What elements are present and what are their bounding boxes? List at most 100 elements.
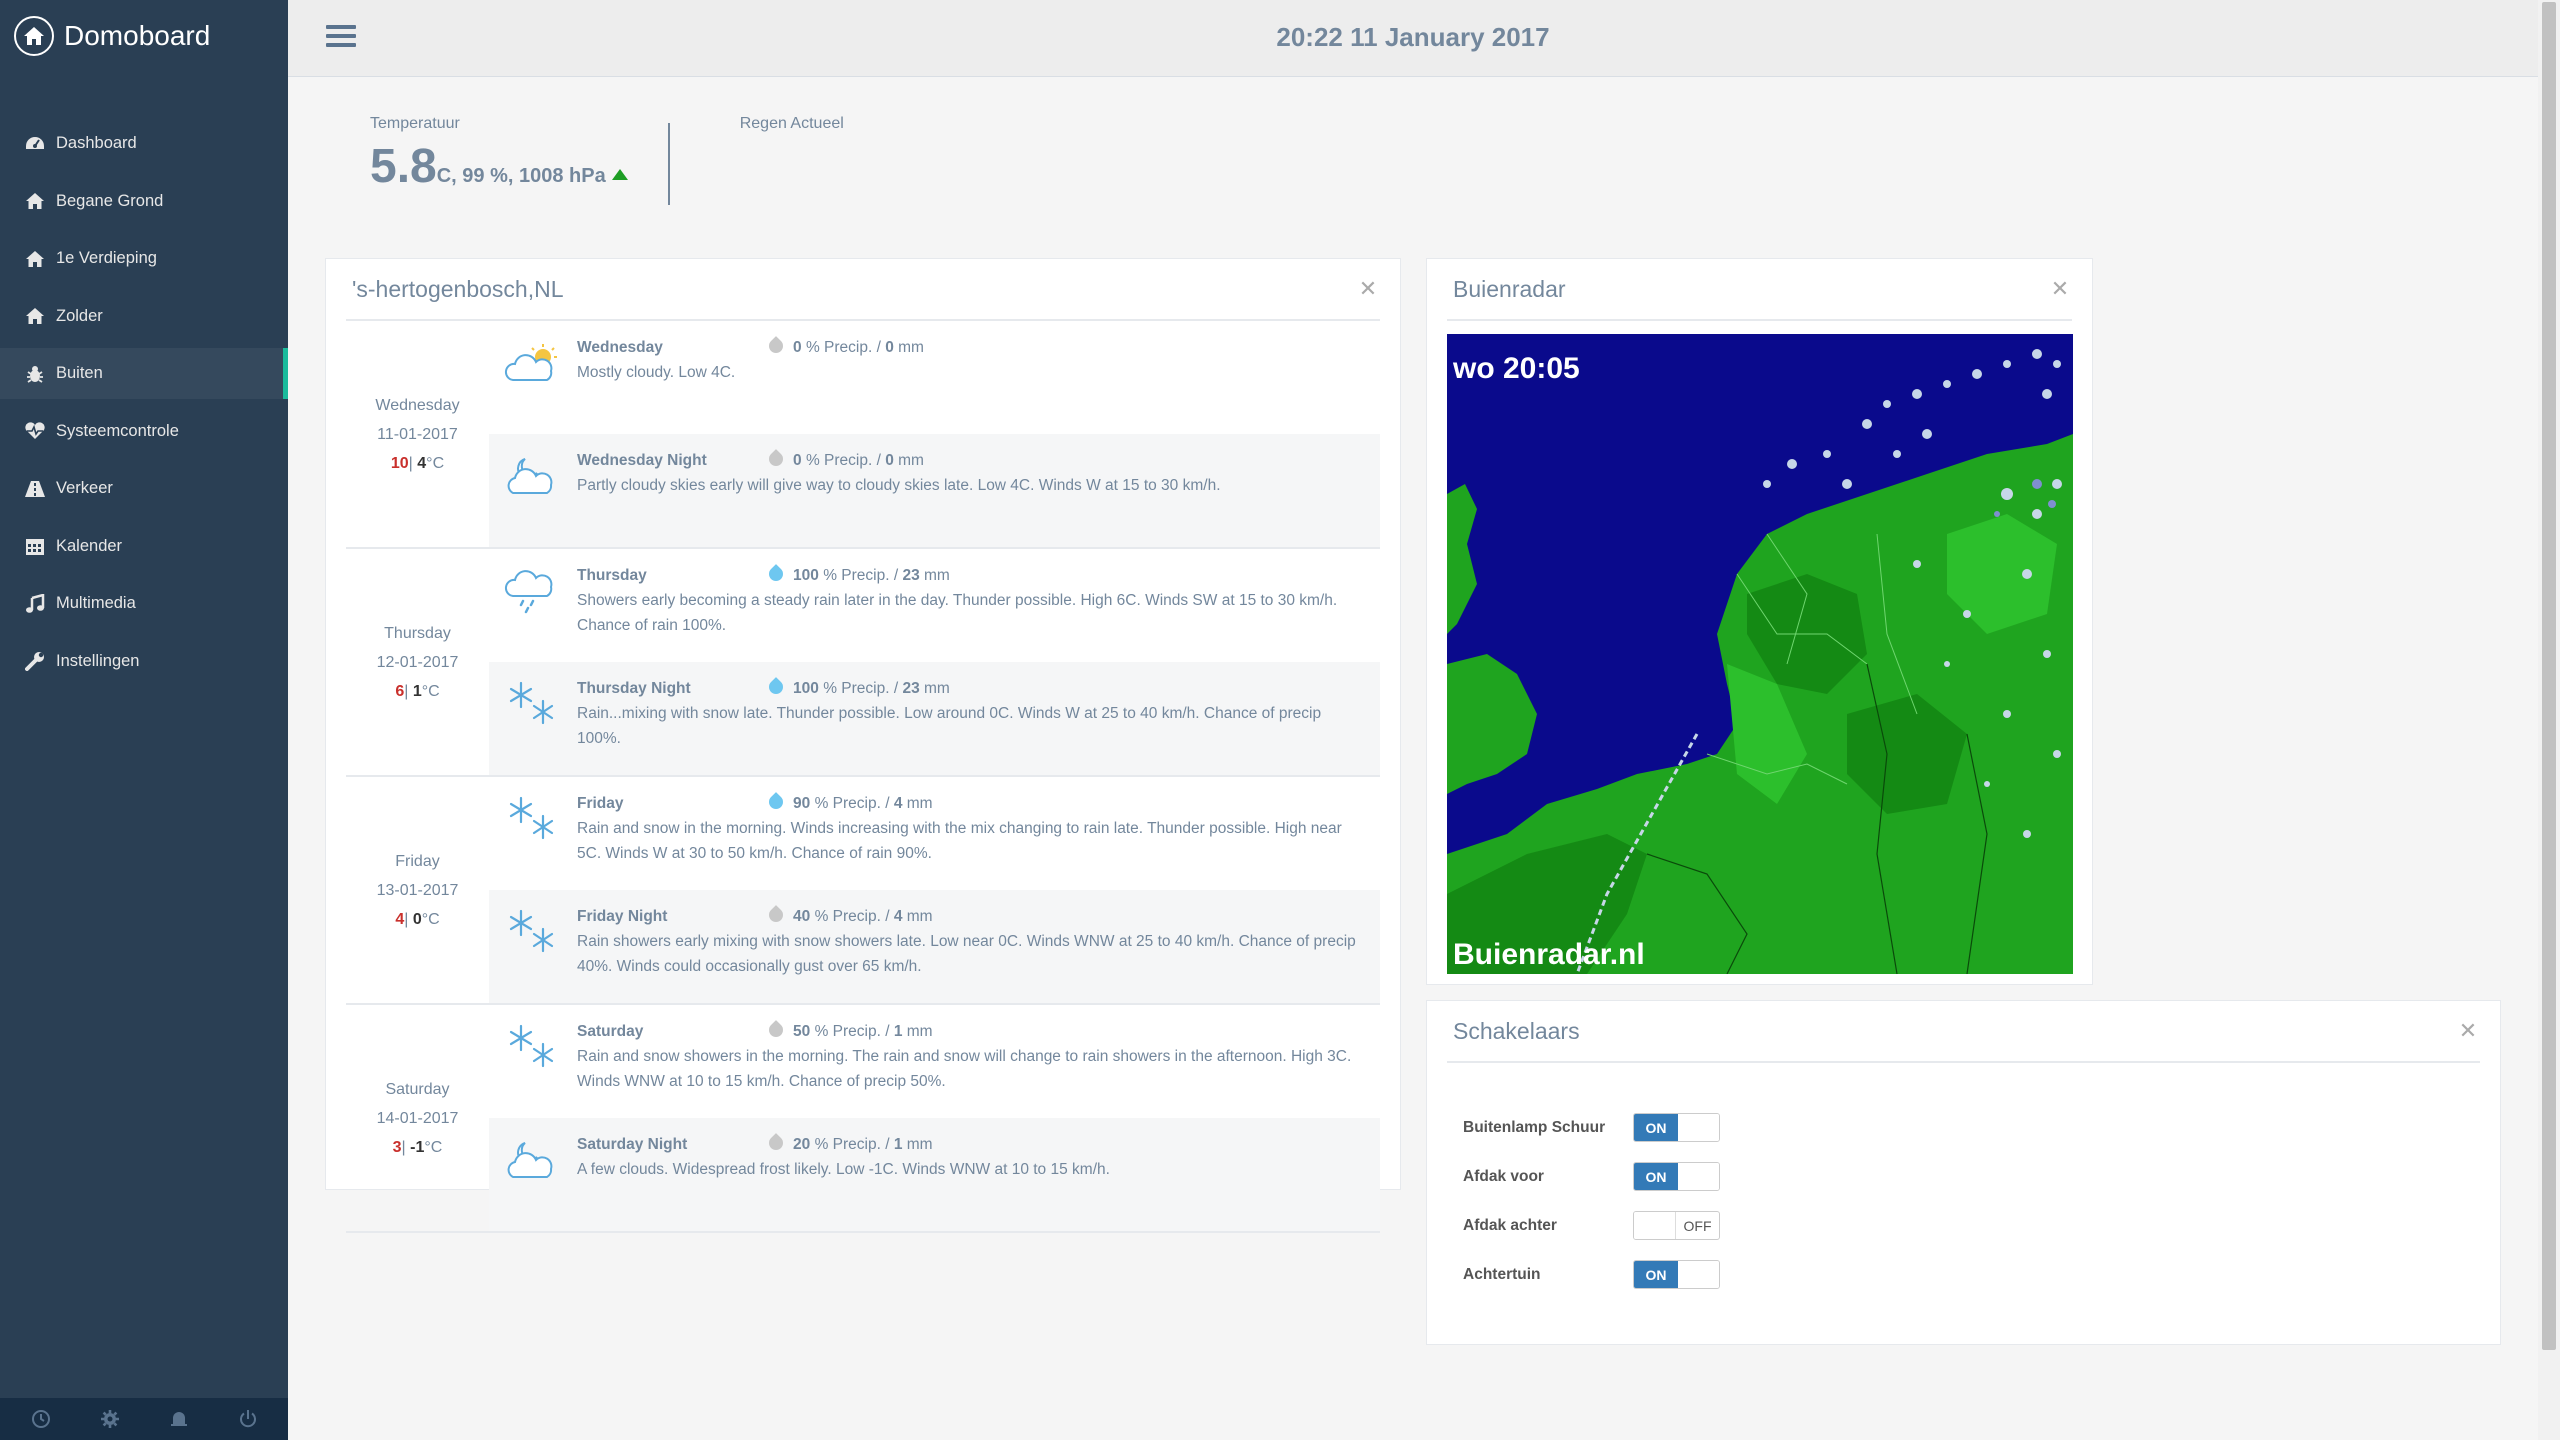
tile-divider — [667, 123, 670, 205]
day-temps: 6| 1°C — [395, 682, 440, 700]
sidebar-item-instellingen[interactable]: Instellingen — [0, 636, 288, 687]
forecast-period: Friday Night 40 % Precip. / 4 mm Rain sh… — [489, 890, 1380, 1003]
sidebar-item-multimedia[interactable]: Multimedia — [0, 578, 288, 629]
period-name: Friday Night — [577, 908, 668, 925]
switch-state: OFF — [1675, 1212, 1719, 1239]
snowflake-icon — [499, 904, 565, 960]
day-date: 11-01-2017 — [377, 425, 458, 443]
temperature-number: 5.8 — [370, 140, 437, 193]
switch-toggle[interactable]: OFF — [1633, 1211, 1720, 1240]
home-icon — [14, 16, 54, 56]
sidebar-item-kalender[interactable]: Kalender — [0, 521, 288, 572]
forecast-day: Wednesday 11-01-2017 10| 4°C Wednesday 0… — [346, 321, 1380, 549]
forecast-day: Thursday 12-01-2017 6| 1°C Thursday 100 … — [346, 549, 1380, 777]
period-body: Wednesday 0 % Precip. / 0 mm Mostly clou… — [577, 335, 1368, 434]
raindrop-icon — [766, 564, 786, 584]
forecast-day: Saturday 14-01-2017 3| -1°C Saturday 50 … — [346, 1005, 1380, 1233]
raindrop-icon — [766, 905, 786, 925]
sidebar-item-zolder[interactable]: Zolder — [0, 291, 288, 342]
period-body: Thursday Night 100 % Precip. / 23 mm Rai… — [577, 676, 1368, 775]
temperature-label: Temperatuur — [370, 115, 460, 132]
period-description: Rain and snow showers in the morning. Th… — [577, 1048, 1352, 1090]
panel-header: Schakelaars ✕ — [1447, 1001, 2480, 1063]
day-summary: Saturday 14-01-2017 3| -1°C — [346, 1005, 489, 1231]
temperature-value: 5.8C, 99 %, 1008 hPa — [370, 139, 628, 194]
temperature-details: C, 99 %, 1008 hPa — [436, 165, 606, 187]
forecast-period: Wednesday 0 % Precip. / 0 mm Mostly clou… — [489, 321, 1380, 434]
rain-label: Regen Actueel — [739, 115, 844, 132]
period-description: A few clouds. Widespread frost likely. L… — [577, 1161, 1110, 1178]
day-periods: Thursday 100 % Precip. / 23 mm Showers e… — [489, 549, 1380, 775]
day-periods: Saturday 50 % Precip. / 1 mm Rain and sn… — [489, 1005, 1380, 1231]
forecast-period: Wednesday Night 0 % Precip. / 0 mm Partl… — [489, 434, 1380, 547]
sidebar-item-systeemcontrole[interactable]: Systeemcontrole — [0, 406, 288, 457]
raindrop-icon — [766, 1020, 786, 1040]
switch-state: ON — [1634, 1163, 1678, 1190]
period-description: Rain...mixing with snow late. Thunder po… — [577, 705, 1322, 747]
period-header: Saturday 50 % Precip. / 1 mm — [577, 1019, 1368, 1044]
sidebar-item-label: 1e Verdieping — [56, 249, 157, 267]
bell-icon[interactable] — [159, 1401, 199, 1437]
forecast-period: Thursday 100 % Precip. / 23 mm Showers e… — [489, 549, 1380, 662]
switch-handle — [1678, 1114, 1719, 1141]
switch-row: Afdak voor ON — [1463, 1152, 2500, 1201]
calendar-icon — [24, 535, 46, 557]
scrollbar-thumb[interactable] — [2542, 2, 2556, 1350]
panel-title: Schakelaars — [1453, 1017, 1580, 1044]
switch-label: Buitenlamp Schuur — [1463, 1118, 1606, 1136]
topbar: 20:22 11 January 2017 — [288, 0, 2538, 77]
sidebar-item-label: Begane Grond — [56, 191, 164, 210]
clock-display: 20:22 11 January 2017 — [1276, 22, 1550, 52]
day-temps: 3| -1°C — [392, 1138, 443, 1156]
day-name: Thursday — [384, 624, 451, 642]
panel-title: 's-hertogenbosch,NL — [352, 275, 564, 302]
brand[interactable]: Domoboard — [0, 0, 288, 72]
day-temps: 4| 0°C — [395, 910, 440, 928]
sidebar-item-label: Instellingen — [56, 651, 140, 670]
period-description: Rain and snow in the morning. Winds incr… — [577, 820, 1342, 862]
day-summary: Friday 13-01-2017 4| 0°C — [346, 777, 489, 1003]
switch-state: ON — [1634, 1261, 1678, 1288]
period-name: Thursday Night — [577, 680, 691, 697]
rain-cloud-icon — [499, 563, 565, 619]
period-description: Partly cloudy skies early will give way … — [577, 477, 1221, 494]
sidebar-item-verkeer[interactable]: Verkeer — [0, 463, 288, 514]
sidebar-item-buiten[interactable]: Buiten — [0, 348, 288, 399]
page-scrollbar[interactable] — [2538, 0, 2560, 1440]
period-name: Wednesday — [577, 339, 663, 356]
panel-title: Buienradar — [1453, 275, 1566, 302]
sidebar-item-dashboard[interactable]: Dashboard — [0, 118, 288, 169]
day-temps: 10| 4°C — [390, 454, 445, 472]
radar-map[interactable]: wo 20:05 Buienradar.nl — [1447, 334, 2073, 974]
close-icon[interactable]: ✕ — [1356, 276, 1380, 302]
cloudy-night-icon — [499, 1132, 565, 1188]
day-periods: Wednesday 0 % Precip. / 0 mm Mostly clou… — [489, 321, 1380, 547]
period-body: Friday 90 % Precip. / 4 mm Rain and snow… — [577, 791, 1368, 890]
day-summary: Thursday 12-01-2017 6| 1°C — [346, 549, 489, 775]
period-header: Friday Night 40 % Precip. / 4 mm — [577, 904, 1368, 929]
forecast-period: Thursday Night 100 % Precip. / 23 mm Rai… — [489, 662, 1380, 775]
gear-icon[interactable] — [90, 1401, 130, 1437]
sidebar-item-begane-grond[interactable]: Begane Grond — [0, 176, 288, 227]
switch-toggle[interactable]: ON — [1633, 1260, 1720, 1289]
switch-toggle[interactable]: ON — [1633, 1113, 1720, 1142]
day-name: Saturday — [385, 1080, 450, 1098]
sidebar-item-label: Zolder — [56, 306, 103, 325]
precip-info: 90 % Precip. / 4 mm — [793, 795, 933, 812]
radar-panel: Buienradar ✕ wo 20:05 Buienradar.nl — [1426, 258, 2093, 985]
clock-icon[interactable] — [21, 1401, 61, 1437]
precip-info: 50 % Precip. / 1 mm — [793, 1023, 933, 1040]
brand-title: Domoboard — [64, 20, 211, 51]
period-header: Wednesday Night 0 % Precip. / 0 mm — [577, 448, 1368, 473]
switch-row: Achtertuin ON — [1463, 1250, 2500, 1299]
close-icon[interactable]: ✕ — [2048, 276, 2072, 302]
forecast-day: Friday 13-01-2017 4| 0°C Friday 90 % Pre… — [346, 777, 1380, 1005]
sidebar-item-1e-verdieping[interactable]: 1e Verdieping — [0, 233, 288, 284]
switch-toggle[interactable]: ON — [1633, 1162, 1720, 1191]
power-icon[interactable] — [228, 1401, 268, 1437]
wrench-icon — [24, 650, 46, 672]
partly-sunny-icon — [499, 335, 565, 391]
day-date: 12-01-2017 — [376, 653, 459, 671]
close-icon[interactable]: ✕ — [2456, 1018, 2480, 1044]
switch-label: Afdak voor — [1463, 1167, 1544, 1185]
